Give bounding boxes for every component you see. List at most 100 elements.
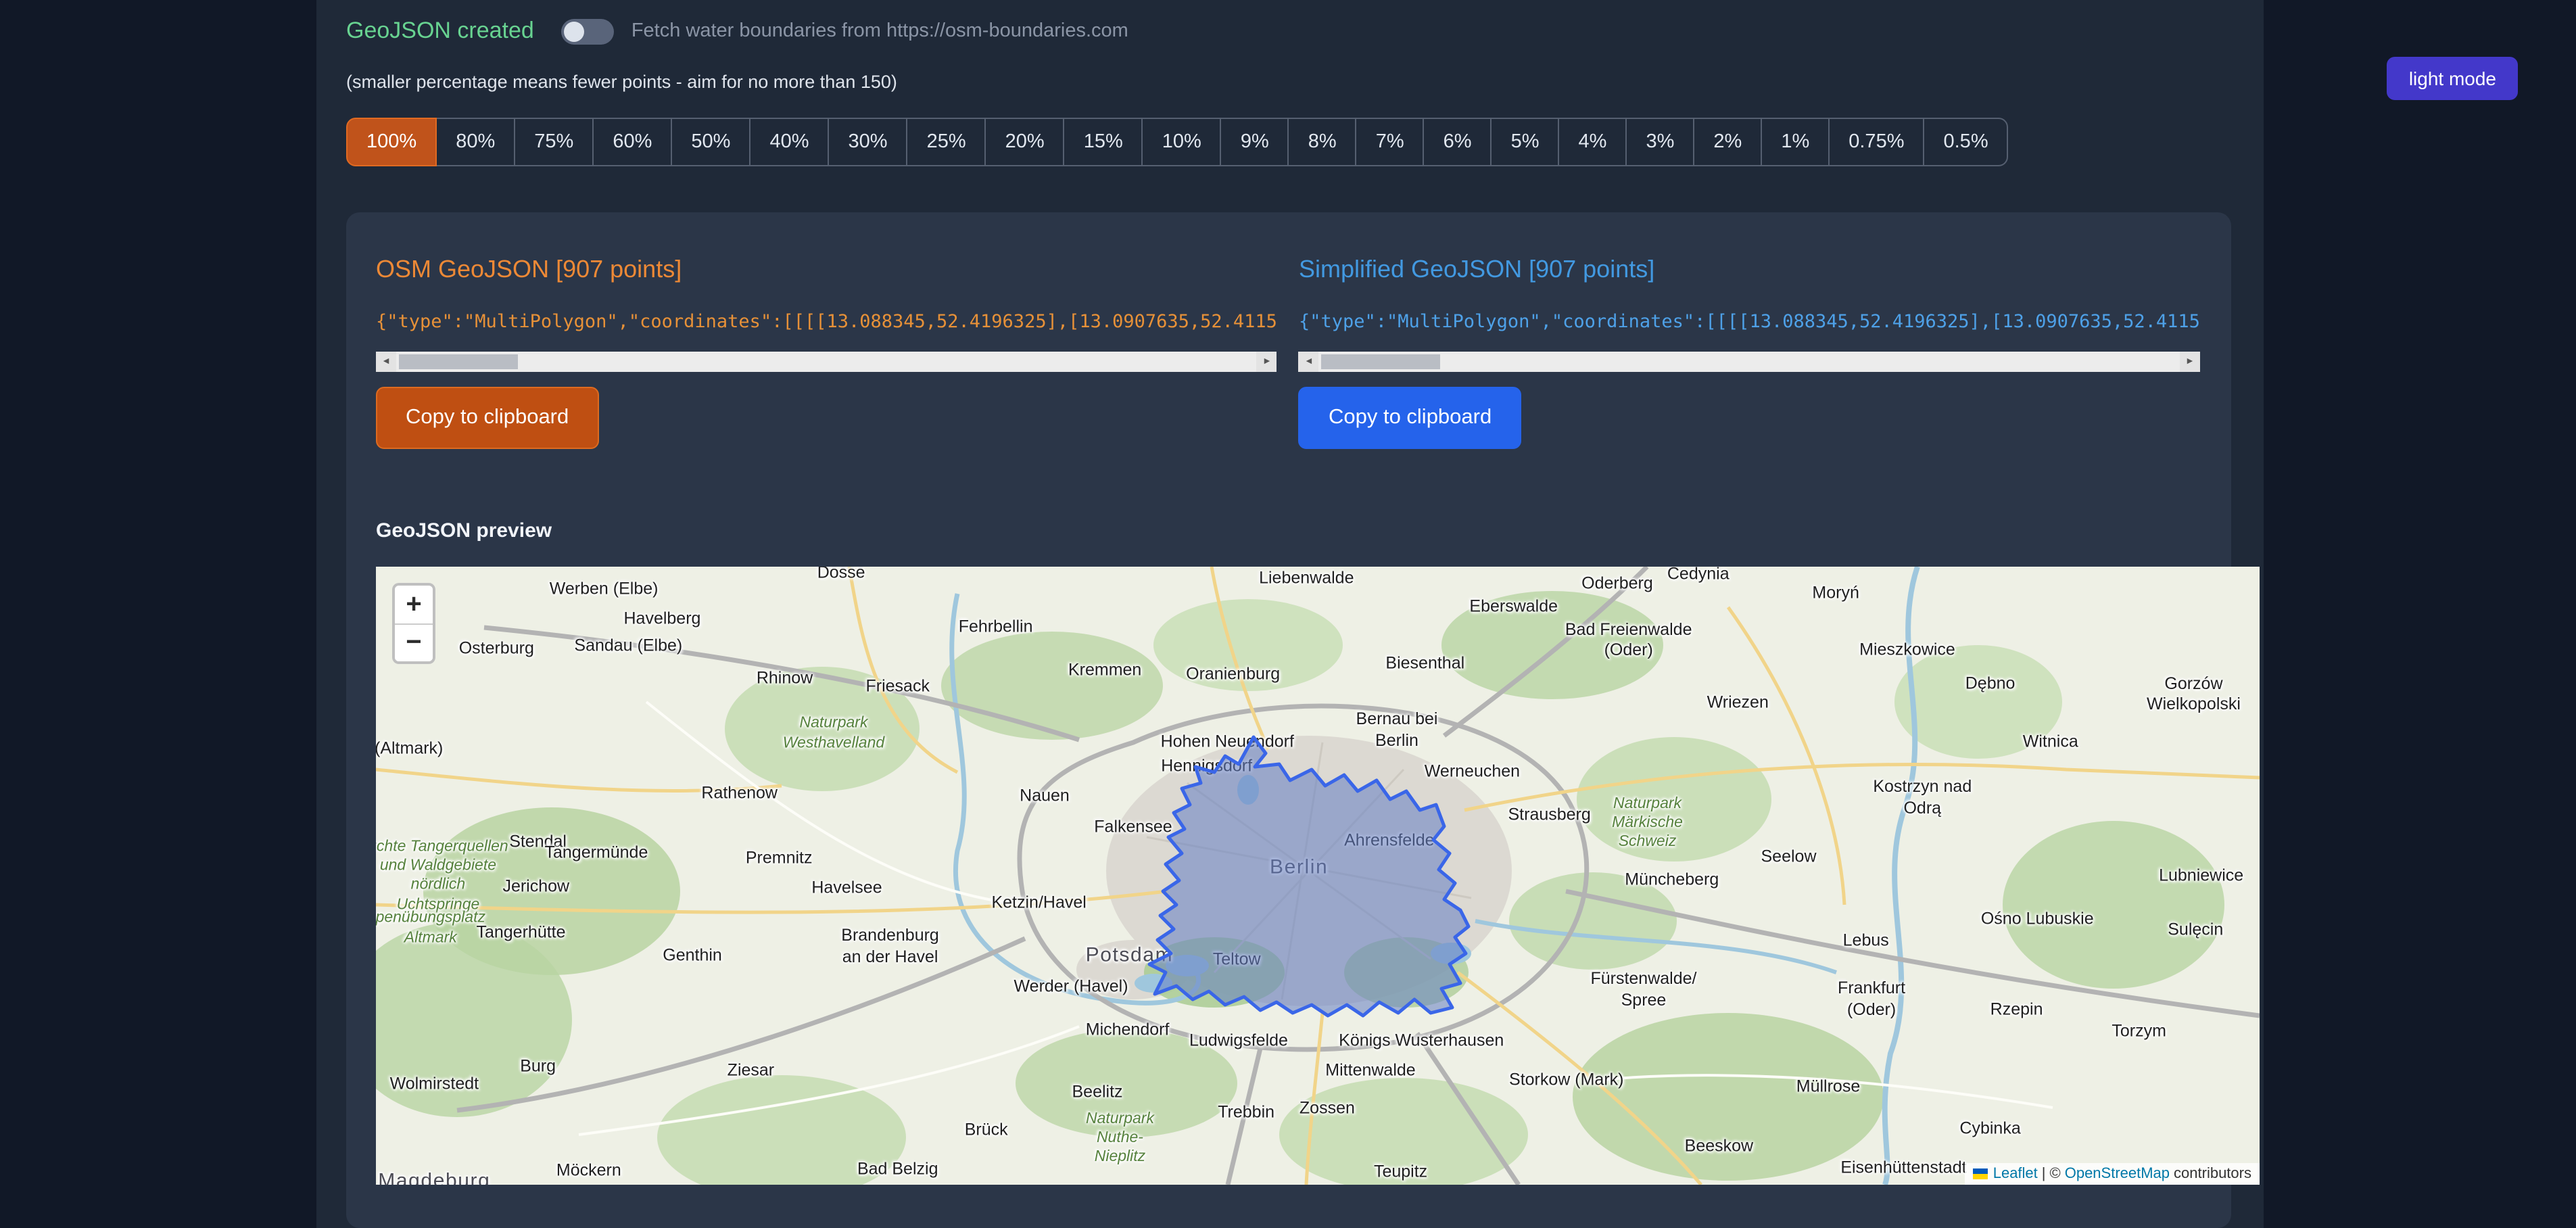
percent-option-30[interactable]: 30% (828, 118, 908, 166)
leaflet-map[interactable]: DosseCedyniaLiebenwaldeOderbergWerben (E… (376, 567, 2260, 1185)
percent-option-25[interactable]: 25% (907, 118, 986, 166)
map-label: Potsdam (1086, 943, 1174, 969)
map-label: Zossen (1299, 1099, 1355, 1120)
water-boundaries-toggle[interactable] (561, 18, 614, 44)
percent-option-20[interactable]: 20% (985, 118, 1065, 166)
percent-option-0_5[interactable]: 0.5% (1924, 118, 2009, 166)
leaflet-link[interactable]: Leaflet (1993, 1166, 2038, 1182)
map-label: Seelow (1761, 847, 1817, 868)
map-label: Burg (520, 1056, 556, 1077)
scrollbar-thumb[interactable] (1322, 354, 1441, 369)
zoom-out-button[interactable]: − (395, 623, 433, 661)
map-label: Cybinka (1959, 1118, 2020, 1139)
map-label: Naturpark Westhavelland (783, 714, 884, 753)
geojson-panels: OSM GeoJSON [907 points] {"type":"MultiP… (376, 256, 2199, 449)
percent-option-5[interactable]: 5% (1491, 118, 1560, 166)
scrollbar-thumb[interactable] (399, 354, 518, 369)
percent-option-2[interactable]: 2% (1693, 118, 1762, 166)
percent-option-6[interactable]: 6% (1423, 118, 1492, 166)
percent-option-50[interactable]: 50% (671, 118, 750, 166)
light-mode-button[interactable]: light mode (2387, 57, 2518, 100)
map-label: Eisenhüttenstadt (1840, 1158, 1966, 1179)
map-label: Havelsee (811, 878, 882, 899)
percentage-hint: (smaller percentage means fewer points -… (346, 72, 2231, 92)
scrollbar-track[interactable] (396, 352, 1257, 372)
percent-option-0_75[interactable]: 0.75% (1828, 118, 1924, 166)
openstreetmap-link[interactable]: OpenStreetMap (2065, 1166, 2170, 1182)
map-label: Strausberg (1508, 805, 1591, 826)
percent-option-3[interactable]: 3% (1625, 118, 1694, 166)
percent-option-80[interactable]: 80% (435, 118, 515, 166)
percent-option-10[interactable]: 10% (1142, 118, 1222, 166)
percent-option-40[interactable]: 40% (749, 118, 829, 166)
map-label: Rhinow (757, 668, 813, 689)
map-attribution: Leaflet | © OpenStreetMap contributors (1965, 1163, 2260, 1185)
map-label: Brück (965, 1120, 1008, 1141)
map-label: Naturpark Nuthe- Nieplitz (1086, 1109, 1154, 1167)
map-label: Falkensee (1094, 818, 1172, 839)
map-label: Storkow (Mark) (1509, 1070, 1623, 1091)
attribution-separator: | (2042, 1166, 2046, 1182)
zoom-in-button[interactable]: + (395, 586, 433, 623)
map-label: Berlin (1270, 856, 1328, 882)
scroll-right-arrow[interactable]: ► (1257, 352, 1277, 372)
simplified-geojson-panel: Simplified GeoJSON [907 points] {"type":… (1299, 256, 2200, 449)
map-label: Torzym (2112, 1022, 2166, 1043)
percent-option-60[interactable]: 60% (592, 118, 672, 166)
map-label: Lubniewice (2159, 865, 2243, 886)
percent-option-7[interactable]: 7% (1356, 118, 1425, 166)
map-label: Premnitz (746, 849, 813, 870)
percent-option-75[interactable]: 75% (514, 118, 594, 166)
map-label: Ludwigsfelde (1189, 1031, 1288, 1052)
percent-option-4[interactable]: 4% (1558, 118, 1627, 166)
copy-simplified-geojson-button[interactable]: Copy to clipboard (1299, 387, 1521, 449)
percent-button-group: 100%80%75%60%50%40%30%25%20%15%10%9%8%7%… (346, 118, 2231, 166)
map-label: üchte Tangerquellen und Waldgebiete nörd… (376, 837, 508, 915)
map-label: ark (Altmark) (376, 738, 443, 759)
map-label: Hennigsdorf (1161, 757, 1252, 778)
percent-option-9[interactable]: 9% (1220, 118, 1289, 166)
map-label: Havelberg (623, 609, 700, 630)
percent-option-15[interactable]: 15% (1064, 118, 1143, 166)
map-label: Beelitz (1072, 1082, 1123, 1103)
map-label: Teltow (1213, 949, 1261, 970)
map-label: Moryń (1812, 583, 1859, 604)
map-label: penübungsplatz Altmark (376, 909, 485, 948)
scroll-left-arrow[interactable]: ◄ (1299, 352, 1319, 372)
simplified-json-scrollbar[interactable]: ◄ ► (1299, 352, 2200, 372)
map-label: Lebus (1843, 930, 1889, 951)
map-label: Fehrbellin (959, 617, 1033, 638)
scroll-left-arrow[interactable]: ◄ (376, 352, 396, 372)
map-label: Frankfurt (Oder) (1838, 978, 1905, 1021)
percent-option-1[interactable]: 1% (1761, 118, 1830, 166)
percent-option-8[interactable]: 8% (1288, 118, 1357, 166)
map-label: Ketzin/Havel (991, 893, 1086, 914)
osm-json-scrollbar[interactable]: ◄ ► (376, 352, 1277, 372)
scroll-right-arrow[interactable]: ► (2180, 352, 2200, 372)
simplified-json-preview: {"type":"MultiPolygon","coordinates":[[[… (1299, 311, 2200, 335)
map-label: Tangermünde (544, 843, 648, 864)
map-label: Nauen (1020, 786, 1070, 807)
map-label: Wolmirstedt (390, 1074, 479, 1095)
map-label: Dębno (1965, 674, 2016, 695)
map-label: Wriezen (1707, 692, 1769, 713)
map-label: Sulęcin (2168, 920, 2223, 941)
map-label: Bad Belzig (857, 1159, 938, 1180)
osm-panel-title: OSM GeoJSON [907 points] (376, 256, 1277, 284)
geojson-card: OSM GeoJSON [907 points] {"type":"MultiP… (346, 212, 2231, 1228)
map-label: Biesenthal (1385, 653, 1464, 674)
map-label: Kremmen (1068, 660, 1141, 681)
map-label: Dosse (817, 567, 865, 584)
osm-geojson-panel: OSM GeoJSON [907 points] {"type":"MultiP… (376, 256, 1277, 449)
scrollbar-track[interactable] (1319, 352, 2180, 372)
map-label: Mittenwalde (1325, 1060, 1415, 1081)
map-label: Bernau bei Berlin (1356, 709, 1438, 752)
map-labels: DosseCedyniaLiebenwaldeOderbergWerben (E… (376, 567, 2260, 1185)
map-label: Naturpark Märkische Schweiz (1612, 794, 1683, 852)
copy-osm-geojson-button[interactable]: Copy to clipboard (376, 387, 598, 449)
percent-option-100[interactable]: 100% (346, 118, 437, 166)
map-label: Eberswalde (1469, 597, 1558, 618)
status-message: GeoJSON created (346, 18, 534, 45)
map-label: Werder (Havel) (1014, 977, 1128, 998)
osm-json-preview: {"type":"MultiPolygon","coordinates":[[[… (376, 311, 1277, 335)
